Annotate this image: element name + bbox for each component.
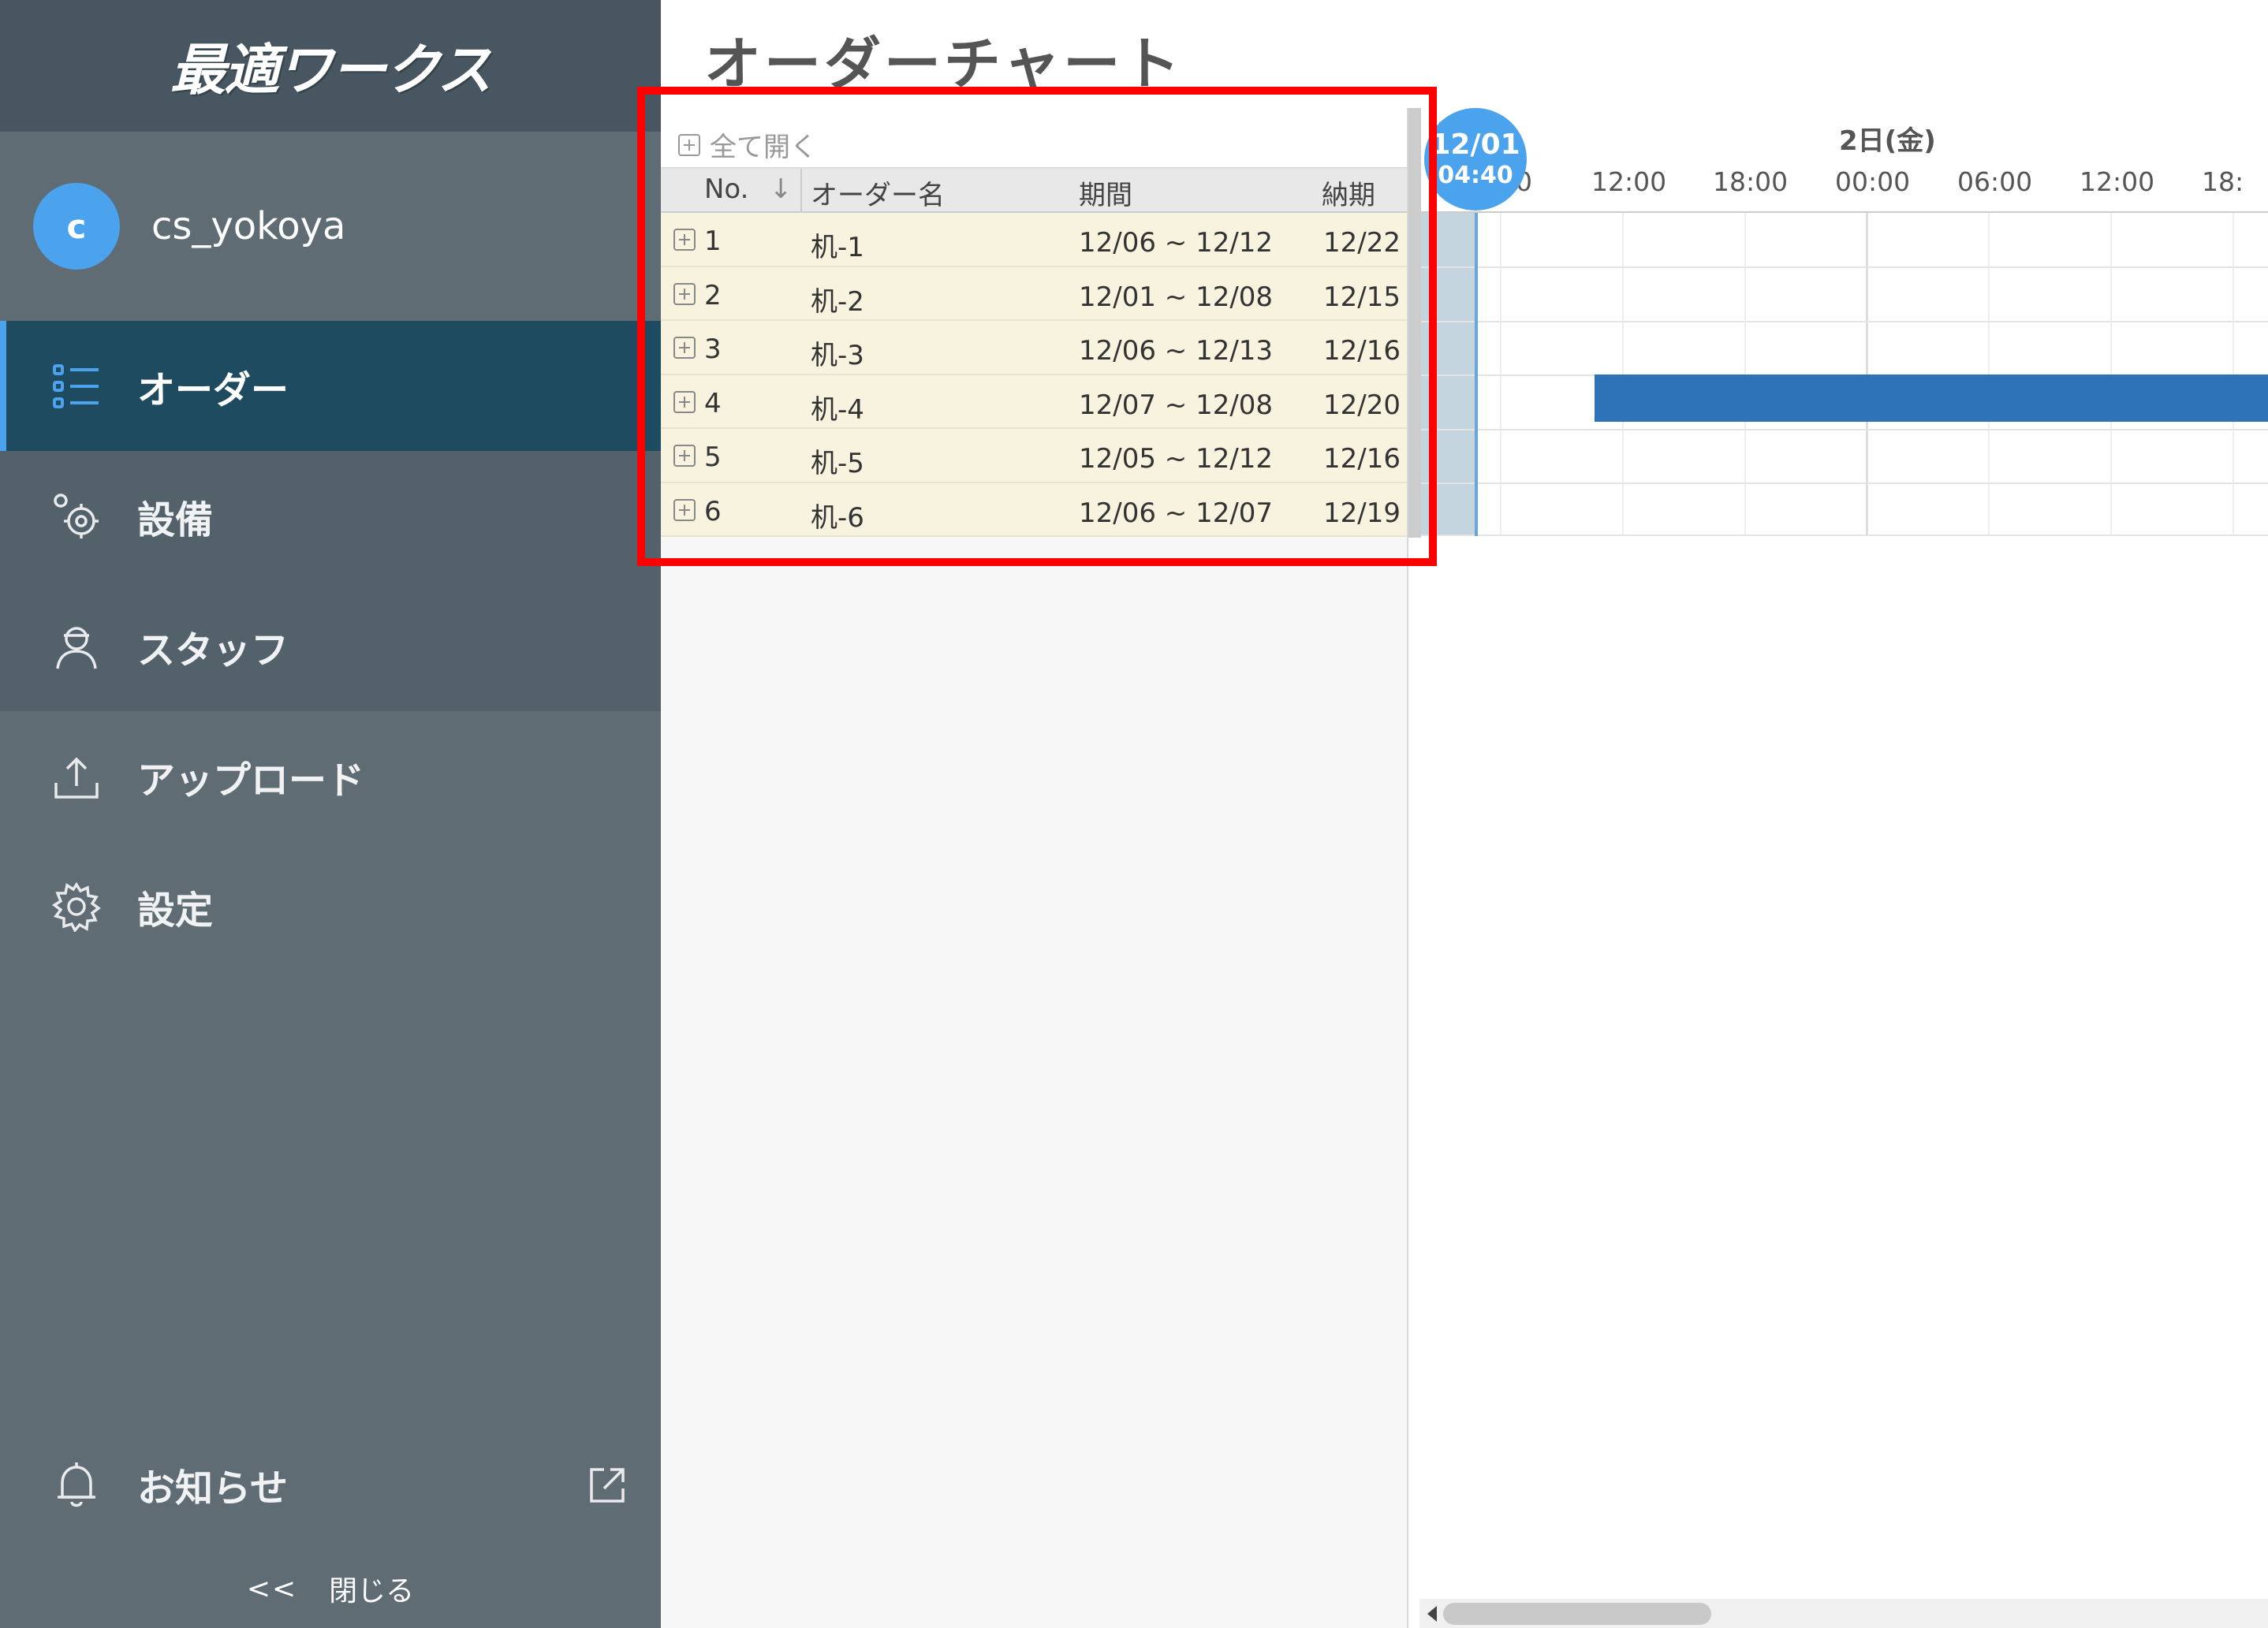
sidebar-item-label: 設備 [137,497,214,542]
row-line [1421,535,2268,536]
highlight-annotation [637,87,1437,566]
hour-label: 12:00 [2080,166,2155,197]
row-line [1421,482,2268,484]
sidebar-item-equipment[interactable]: 設備 [0,451,661,581]
close-label: 閉じる [329,1575,415,1608]
logo-bar: 最適ワークス [0,0,661,132]
day-label: 2日(金) [1839,125,1936,157]
list-icon [49,359,104,414]
sidebar-item-label: 設定 [137,888,214,933]
username: cs_yokoya [151,204,346,248]
sidebar-item-label: お知らせ [137,1466,289,1511]
external-link-icon[interactable] [587,1465,628,1509]
hour-label: 18:00 [1713,166,1789,197]
close-sidebar-button[interactable]: << 閉じる [0,1565,661,1612]
gantt-chart: 1 0 2日(金) 12:00 18:00 00:00 06:00 12:00 … [1421,108,2268,1628]
sidebar-item-upload[interactable]: アップロード [0,711,661,841]
row-line [1421,429,2268,430]
gantt-rows [1421,213,2268,536]
user-area[interactable]: c cs_yokoya [0,132,661,321]
gear-icon [49,879,104,934]
scrollbar-thumb[interactable] [1443,1603,1711,1625]
sidebar-item-orders[interactable]: オーダー [0,321,661,451]
sidebar-item-settings[interactable]: 設定 [0,841,661,971]
hour-label: 00:00 [1835,166,1911,197]
current-date: 12/01 [1431,129,1520,161]
gears-icon [49,489,104,544]
current-time-line [1475,213,1478,536]
avatar: c [33,183,120,270]
current-time: 04:40 [1438,162,1513,189]
sidebar-item-label: アップロード [137,758,365,803]
chevron-double-left-icon: << [246,1572,298,1605]
bell-icon [49,1457,104,1512]
app-logo[interactable]: 最適ワークス [170,26,492,106]
gantt-timeline-header: 1 0 2日(金) 12:00 18:00 00:00 06:00 12:00 … [1421,108,2268,213]
worker-icon [49,619,104,674]
horizontal-scrollbar[interactable] [1419,1599,2268,1628]
order-bar[interactable] [1595,374,2268,422]
hour-label: 12:00 [1591,166,1667,197]
sidebar-item-label: オーダー [137,367,289,412]
sidebar: 最適ワークス c cs_yokoya オーダー 設備 スタッフ アップロード 設… [0,0,661,1628]
row-line [1421,266,2268,268]
current-time-badge: 12/01 04:40 [1424,108,1527,210]
hour-label: 18: [2202,166,2244,197]
sidebar-item-notifications[interactable]: お知らせ [0,1419,661,1549]
hour-label: 06:00 [1957,166,2033,197]
sidebar-item-label: スタッフ [137,628,289,672]
row-line [1421,321,2268,322]
scroll-left-arrow-icon[interactable] [1427,1606,1437,1622]
upload-icon [49,749,104,804]
sidebar-item-staff[interactable]: スタッフ [0,581,661,711]
